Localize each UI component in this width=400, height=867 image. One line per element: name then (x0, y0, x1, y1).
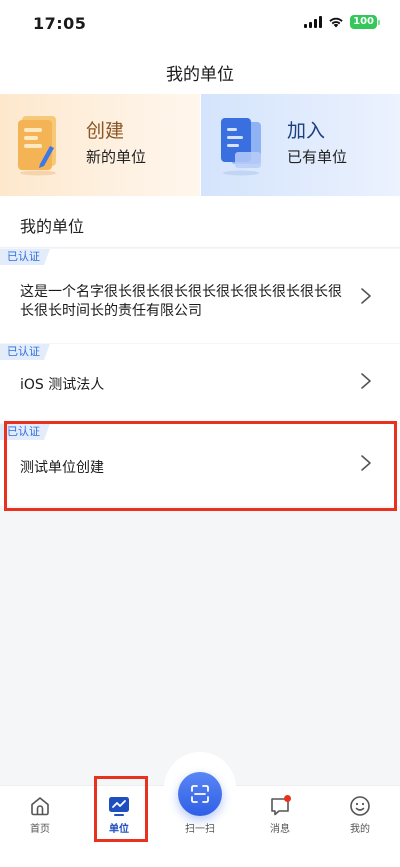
tab-home-label: 首页 (30, 824, 50, 835)
create-subtitle: 新的单位 (86, 148, 147, 166)
create-unit-card[interactable]: 创建 新的单位 (0, 94, 200, 196)
verified-badge: 已认证 (0, 424, 50, 440)
tab-me[interactable]: 我的 (320, 786, 400, 846)
smiley-icon (350, 796, 370, 816)
signal-icon (304, 16, 323, 28)
home-icon (31, 797, 49, 816)
chevron-right-icon (361, 288, 371, 304)
create-title: 创建 (86, 120, 125, 142)
unit-list-item[interactable]: 已认证 这是一个名字很长很长很长很长很长很长很长很长很长很长时间长的责任有限公司 (0, 249, 400, 343)
unit-name: iOS 测试法人 (20, 377, 105, 393)
join-title: 加入 (287, 120, 326, 142)
tab-message[interactable]: 消息 (240, 786, 320, 846)
scan-button[interactable] (178, 772, 222, 816)
wifi-icon (329, 17, 343, 28)
chevron-right-icon (361, 373, 371, 389)
verified-badge: 已认证 (0, 344, 50, 360)
status-time: 17:05 (33, 14, 87, 33)
tab-scan-label: 扫一扫 (185, 824, 215, 835)
documents-icon (221, 118, 261, 176)
verified-badge: 已认证 (0, 249, 50, 265)
unit-list-item[interactable]: 已认证 测试单位创建 (0, 424, 400, 506)
unit-list-item[interactable]: 已认证 iOS 测试法人 (0, 344, 400, 423)
chevron-right-icon (361, 455, 371, 471)
unit-name: 测试单位创建 (20, 460, 104, 476)
tab-unit-label: 单位 (109, 824, 129, 835)
section-header: 我的单位 (0, 196, 400, 248)
page-title: 我的单位 (166, 64, 234, 85)
message-icon (271, 795, 291, 816)
unit-name: 这是一个名字很长很长很长很长很长很长很长很长很长很长时间长的责任有限公司 (20, 284, 342, 319)
section-title: 我的单位 (20, 217, 85, 236)
scan-icon (191, 785, 209, 803)
unit-list: 已认证 这是一个名字很长很长很长很长很长很长很长很长很长很长时间长的责任有限公司… (0, 249, 400, 506)
notebook-pen-icon (18, 116, 56, 176)
join-subtitle: 已有单位 (287, 148, 348, 166)
tab-message-label: 消息 (270, 824, 290, 835)
action-banner: 创建 新的单位 加入 已有单位 (0, 94, 400, 196)
battery-indicator: 100 (350, 15, 380, 29)
join-unit-card[interactable]: 加入 已有单位 (200, 94, 400, 196)
status-bar: 17:05 100 (0, 0, 400, 50)
tab-me-label: 我的 (350, 824, 370, 835)
nav-bar: 我的单位 (0, 50, 400, 94)
unit-chart-icon (109, 797, 129, 816)
tab-unit[interactable]: 单位 (79, 786, 159, 846)
tab-home[interactable]: 首页 (0, 786, 80, 846)
status-icons: 100 (304, 15, 380, 29)
battery-level: 100 (350, 15, 377, 29)
notification-dot (284, 795, 291, 802)
